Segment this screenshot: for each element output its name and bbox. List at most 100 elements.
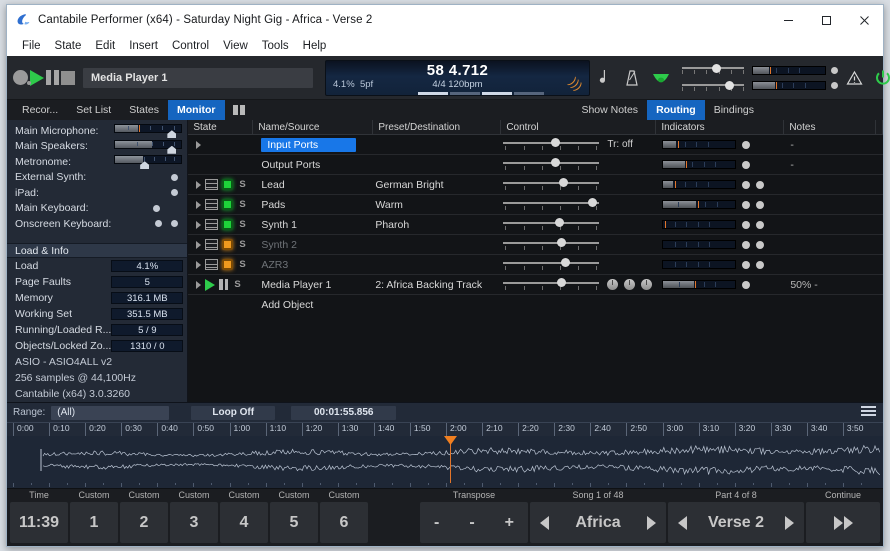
header-preset-destination[interactable]: Preset/Destination <box>373 120 502 134</box>
header-state[interactable]: State <box>188 120 254 134</box>
menu-tools[interactable]: Tools <box>255 37 296 55</box>
row-preset[interactable] <box>373 155 501 175</box>
menu-state[interactable]: State <box>48 37 89 55</box>
table-row[interactable]: S Lead German Bright <box>188 175 883 195</box>
sidebar-item-main-keyboard[interactable]: Main Keyboard: <box>7 201 187 217</box>
song-selector[interactable]: Africa <box>530 502 666 543</box>
table-row[interactable]: Output Ports - <box>188 155 883 175</box>
note-icon[interactable] <box>590 63 616 93</box>
next-part-icon[interactable] <box>785 515 794 530</box>
warning-icon[interactable] <box>841 63 867 93</box>
sidebar-item-ipad[interactable]: iPad: <box>7 185 187 201</box>
solo-button[interactable]: S <box>239 179 245 190</box>
timeline-ruler[interactable]: 0:00 0:10 0:20 0:30 0:40 0:50 1:00 1:10 1:20 1:30… <box>7 422 883 437</box>
gain-slider[interactable] <box>503 177 600 191</box>
row-preset[interactable] <box>373 255 501 275</box>
row-play-icon[interactable] <box>205 278 216 291</box>
table-row[interactable]: Input Ports Tr: off - <box>188 135 883 155</box>
row-name[interactable]: Lead <box>253 175 373 195</box>
solo-button[interactable]: S <box>239 199 245 210</box>
transpose-minus-2[interactable]: - <box>469 514 474 532</box>
row-name[interactable]: Output Ports <box>253 155 373 175</box>
custom-button-4[interactable]: 4 <box>220 502 268 543</box>
sidebar-item-main-speakers[interactable]: Main Speakers: <box>7 139 187 155</box>
row-notes[interactable] <box>784 175 876 195</box>
custom-button-6[interactable]: 6 <box>320 502 368 543</box>
row-preset[interactable] <box>373 235 501 255</box>
play-button[interactable] <box>30 63 44 93</box>
row-name[interactable]: Media Player 1 <box>253 275 373 295</box>
menu-view[interactable]: View <box>216 37 255 55</box>
keyboard-range-icon[interactable] <box>205 219 219 230</box>
record-button[interactable] <box>13 63 31 93</box>
solo-button[interactable]: S <box>239 239 245 250</box>
sidebar-item-onscreen-keyboard[interactable]: Onscreen Keyboard: <box>7 216 187 232</box>
row-preset[interactable]: Pharoh <box>373 215 501 235</box>
gain-slider[interactable] <box>503 217 600 231</box>
row-notes[interactable]: 50% - <box>784 275 876 295</box>
row-name[interactable]: Pads <box>253 195 373 215</box>
keyboard-range-icon[interactable] <box>205 239 219 250</box>
expand-arrow-icon[interactable] <box>196 200 202 209</box>
power-icon[interactable] <box>870 63 890 93</box>
gain-slider[interactable] <box>503 237 600 251</box>
row-notes[interactable] <box>784 215 876 235</box>
solo-button[interactable]: S <box>239 259 245 270</box>
master-slider-1[interactable] <box>682 63 744 75</box>
tab-monitor[interactable]: Monitor <box>168 100 225 120</box>
continue-button[interactable] <box>806 502 880 543</box>
meter-metronome[interactable] <box>114 155 183 170</box>
expand-arrow-icon[interactable] <box>196 280 202 289</box>
gain-slider[interactable] <box>503 137 600 151</box>
row-notes[interactable]: - <box>784 155 876 175</box>
menu-insert[interactable]: Insert <box>122 37 165 55</box>
table-row[interactable]: S Pads Warm <box>188 195 883 215</box>
state-led-icon[interactable] <box>222 219 234 230</box>
custom-button-1[interactable]: 1 <box>70 502 118 543</box>
tab-routing[interactable]: Routing <box>647 100 705 120</box>
meter-main-microphone[interactable] <box>114 124 183 139</box>
state-led-icon[interactable] <box>222 179 234 190</box>
sidebar-item-main-microphone[interactable]: Main Microphone: <box>7 123 187 139</box>
sidebar-item-external-synth[interactable]: External Synth: <box>7 170 187 186</box>
row-name[interactable]: Synth 2 <box>253 235 373 255</box>
pause-button[interactable] <box>46 63 59 93</box>
tab-show-notes[interactable]: Show Notes <box>572 100 647 120</box>
expand-arrow-icon[interactable] <box>196 240 202 249</box>
row-preset[interactable] <box>373 135 501 155</box>
row-name[interactable]: AZR3 <box>253 255 373 275</box>
control-knob[interactable] <box>641 279 653 290</box>
custom-button-3[interactable]: 3 <box>170 502 218 543</box>
media-player-field[interactable]: Media Player 1 <box>83 67 313 88</box>
expand-arrow-icon[interactable] <box>196 140 202 149</box>
header-control[interactable]: Control <box>501 120 657 134</box>
length-display[interactable]: 00:01:55.856 <box>291 405 397 420</box>
stop-button[interactable] <box>61 63 75 93</box>
row-pause-icon[interactable] <box>219 279 229 290</box>
transpose-plus[interactable]: + <box>505 514 514 532</box>
row-preset[interactable]: Warm <box>373 195 501 215</box>
row-state[interactable] <box>188 135 253 155</box>
row-name[interactable]: Synth 1 <box>253 215 373 235</box>
row-preset[interactable]: German Bright <box>373 175 501 195</box>
tab-bindings[interactable]: Bindings <box>705 100 763 120</box>
control-knob[interactable] <box>607 279 619 290</box>
gain-slider[interactable] <box>503 157 600 171</box>
row-notes[interactable] <box>784 255 876 275</box>
master-slider-2[interactable] <box>682 80 744 92</box>
playhead-marker[interactable] <box>450 436 451 483</box>
state-led-icon[interactable] <box>222 259 234 270</box>
meter-main-speakers[interactable] <box>114 139 183 154</box>
row-notes[interactable] <box>784 195 876 215</box>
menu-file[interactable]: File <box>15 37 48 55</box>
row-notes[interactable] <box>784 235 876 255</box>
control-knob[interactable] <box>624 279 636 290</box>
close-button[interactable] <box>845 5 883 35</box>
table-row[interactable]: S Synth 2 <box>188 235 883 255</box>
add-object-row[interactable]: Add Object <box>188 295 883 315</box>
add-object-label[interactable]: Add Object <box>253 295 373 315</box>
keyboard-range-icon[interactable] <box>205 259 219 270</box>
sidebar-item-metronome[interactable]: Metronome: <box>7 154 187 170</box>
row-name[interactable]: Input Ports <box>253 135 373 155</box>
next-song-icon[interactable] <box>646 515 656 530</box>
